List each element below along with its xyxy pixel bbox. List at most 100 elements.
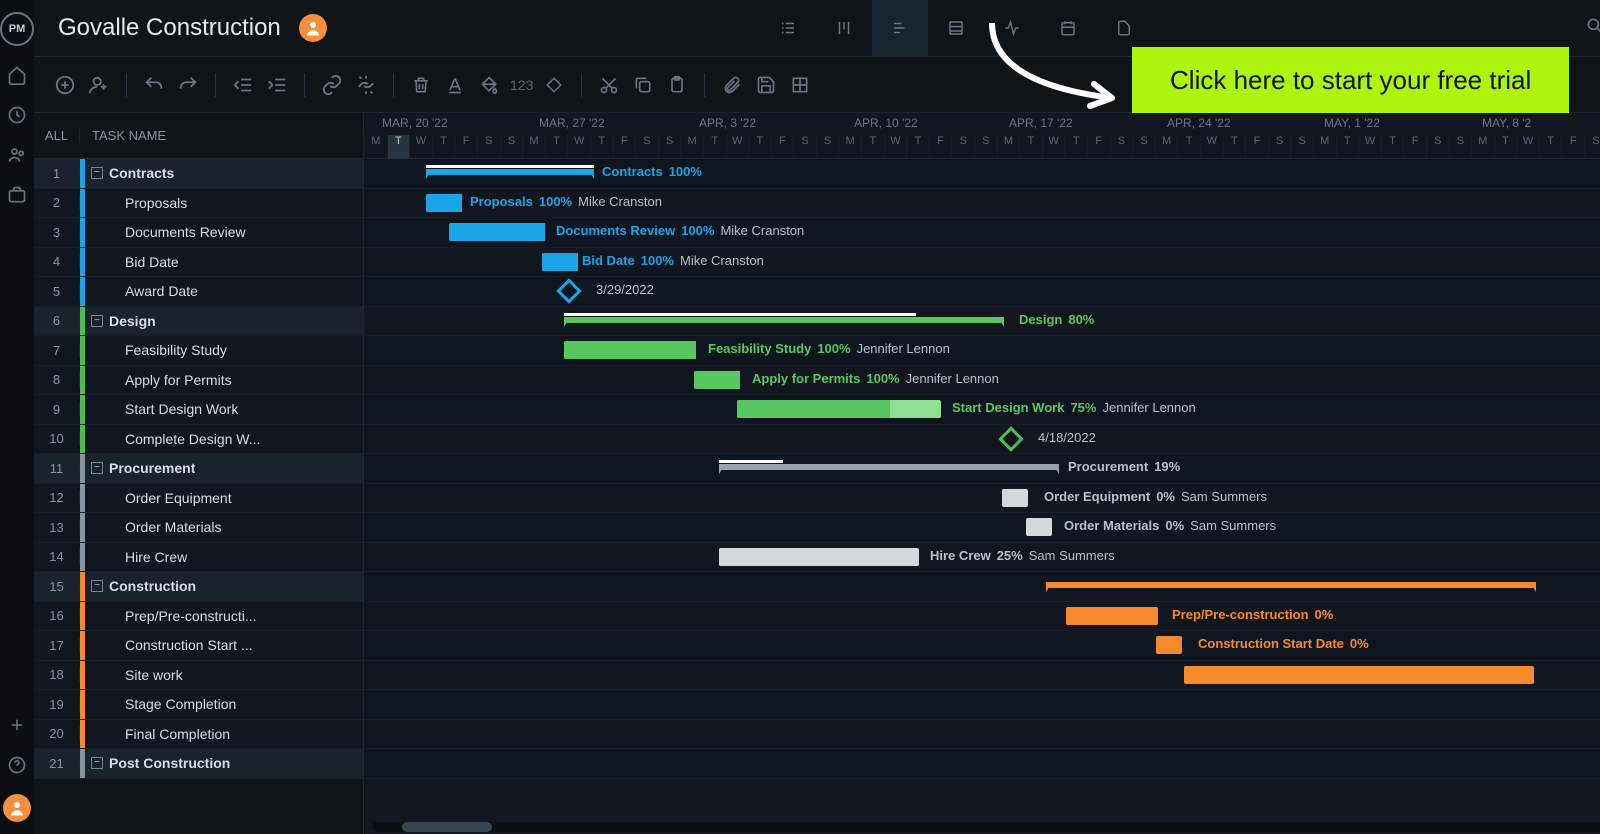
task-bar[interactable] <box>449 223 545 241</box>
task-name: Prep/Pre-constructi... <box>125 608 257 624</box>
collapse-icon[interactable]: − <box>91 462 103 474</box>
task-row[interactable]: 7 Feasibility Study <box>34 336 363 366</box>
task-bar[interactable] <box>1026 518 1052 536</box>
summary-bar[interactable] <box>1046 582 1536 588</box>
outdent-icon[interactable] <box>230 72 256 98</box>
task-bar[interactable] <box>542 253 578 271</box>
indent-icon[interactable] <box>264 72 290 98</box>
day-cell: F <box>1245 135 1268 159</box>
free-trial-button[interactable]: Click here to start your free trial <box>1132 47 1569 114</box>
bar-assignee: Jennifer Lennon <box>906 371 999 386</box>
task-bar[interactable] <box>694 371 740 389</box>
summary-bar[interactable] <box>719 464 1059 470</box>
work-icon[interactable] <box>6 184 28 206</box>
task-bar[interactable] <box>1066 607 1158 625</box>
task-row[interactable]: 1 − Contracts <box>34 159 363 189</box>
fill-icon[interactable] <box>476 72 502 98</box>
add-task-icon[interactable] <box>52 72 78 98</box>
task-row[interactable]: 16 Prep/Pre-constructi... <box>34 602 363 632</box>
text-style-icon[interactable] <box>442 72 468 98</box>
task-row[interactable]: 19 Stage Completion <box>34 690 363 720</box>
task-bar[interactable] <box>564 341 696 359</box>
recent-icon[interactable] <box>6 104 28 126</box>
user-avatar[interactable] <box>3 794 31 822</box>
task-row[interactable]: 2 Proposals <box>34 189 363 219</box>
h-scroll-thumb[interactable] <box>402 822 492 832</box>
bar-assignee: Mike Cranston <box>578 194 662 209</box>
task-row[interactable]: 12 Order Equipment <box>34 484 363 514</box>
task-row[interactable]: 10 Complete Design W... <box>34 425 363 455</box>
task-row[interactable]: 5 Award Date <box>34 277 363 307</box>
help-icon[interactable] <box>6 754 28 776</box>
row-number: 17 <box>34 638 80 653</box>
team-icon[interactable] <box>6 144 28 166</box>
task-name: Documents Review <box>125 224 246 240</box>
task-bar[interactable] <box>737 400 941 418</box>
task-bar[interactable] <box>1184 666 1534 684</box>
task-row[interactable]: 13 Order Materials <box>34 513 363 543</box>
milestone-diamond[interactable] <box>998 426 1023 451</box>
row-number: 15 <box>34 579 80 594</box>
column-all[interactable]: ALL <box>34 128 80 143</box>
task-bar[interactable] <box>1156 636 1182 654</box>
collapse-icon[interactable]: − <box>91 167 103 179</box>
task-row[interactable]: 20 Final Completion <box>34 720 363 750</box>
task-row[interactable]: 3 Documents Review <box>34 218 363 248</box>
task-row[interactable]: 6 − Design <box>34 307 363 337</box>
milestone-diamond[interactable] <box>556 278 581 303</box>
task-row[interactable]: 17 Construction Start ... <box>34 631 363 661</box>
color-bar <box>80 366 85 395</box>
summary-bar[interactable] <box>564 317 1004 323</box>
cut-icon[interactable] <box>596 72 622 98</box>
task-bar[interactable] <box>719 548 919 566</box>
redo-icon[interactable] <box>175 72 201 98</box>
gantt-row <box>364 720 1600 750</box>
list-view-icon[interactable] <box>760 0 816 56</box>
bar-pct: 0% <box>1315 607 1334 622</box>
add-icon[interactable] <box>6 714 28 736</box>
app-logo[interactable]: PM <box>0 12 34 46</box>
color-bar <box>80 425 85 454</box>
task-row[interactable]: 8 Apply for Permits <box>34 366 363 396</box>
unlink-icon[interactable] <box>353 72 379 98</box>
assign-icon[interactable] <box>86 72 112 98</box>
task-row[interactable]: 9 Start Design Work <box>34 395 363 425</box>
collapse-icon[interactable]: − <box>91 757 103 769</box>
gantt-view-icon[interactable] <box>872 0 928 56</box>
undo-icon[interactable] <box>141 72 167 98</box>
day-cell: S <box>816 135 839 159</box>
search-icon[interactable] <box>1585 16 1600 41</box>
day-cell: M <box>1471 135 1494 159</box>
save-icon[interactable] <box>753 72 779 98</box>
day-cell: W <box>409 135 432 159</box>
task-row[interactable]: 4 Bid Date <box>34 248 363 278</box>
task-row[interactable]: 15 − Construction <box>34 572 363 602</box>
copy-icon[interactable] <box>630 72 656 98</box>
link-icon[interactable] <box>319 72 345 98</box>
gantt-body[interactable]: Contracts100%Proposals100%Mike CranstonD… <box>364 159 1600 779</box>
milestone-icon[interactable] <box>541 72 567 98</box>
grid-icon[interactable] <box>787 72 813 98</box>
task-bar[interactable] <box>1002 489 1028 507</box>
paste-icon[interactable] <box>664 72 690 98</box>
collapse-icon[interactable]: − <box>91 580 103 592</box>
delete-icon[interactable] <box>408 72 434 98</box>
bar-label: Design <box>1019 312 1062 327</box>
collapse-icon[interactable]: − <box>91 315 103 327</box>
task-progress <box>449 223 545 241</box>
board-view-icon[interactable] <box>816 0 872 56</box>
task-row[interactable]: 14 Hire Crew <box>34 543 363 573</box>
home-icon[interactable] <box>6 64 28 86</box>
column-task-name[interactable]: TASK NAME <box>80 128 166 143</box>
day-cell: S <box>1132 135 1155 159</box>
task-row[interactable]: 11 − Procurement <box>34 454 363 484</box>
summary-bar[interactable] <box>426 169 594 175</box>
project-avatar[interactable] <box>299 14 327 42</box>
h-scrollbar[interactable] <box>372 822 1600 832</box>
task-row[interactable]: 21 − Post Construction <box>34 749 363 779</box>
task-row[interactable]: 18 Site work <box>34 661 363 691</box>
day-cell: M <box>522 135 545 159</box>
day-cell: M <box>1155 135 1178 159</box>
task-bar[interactable] <box>426 194 462 212</box>
attachment-icon[interactable] <box>719 72 745 98</box>
